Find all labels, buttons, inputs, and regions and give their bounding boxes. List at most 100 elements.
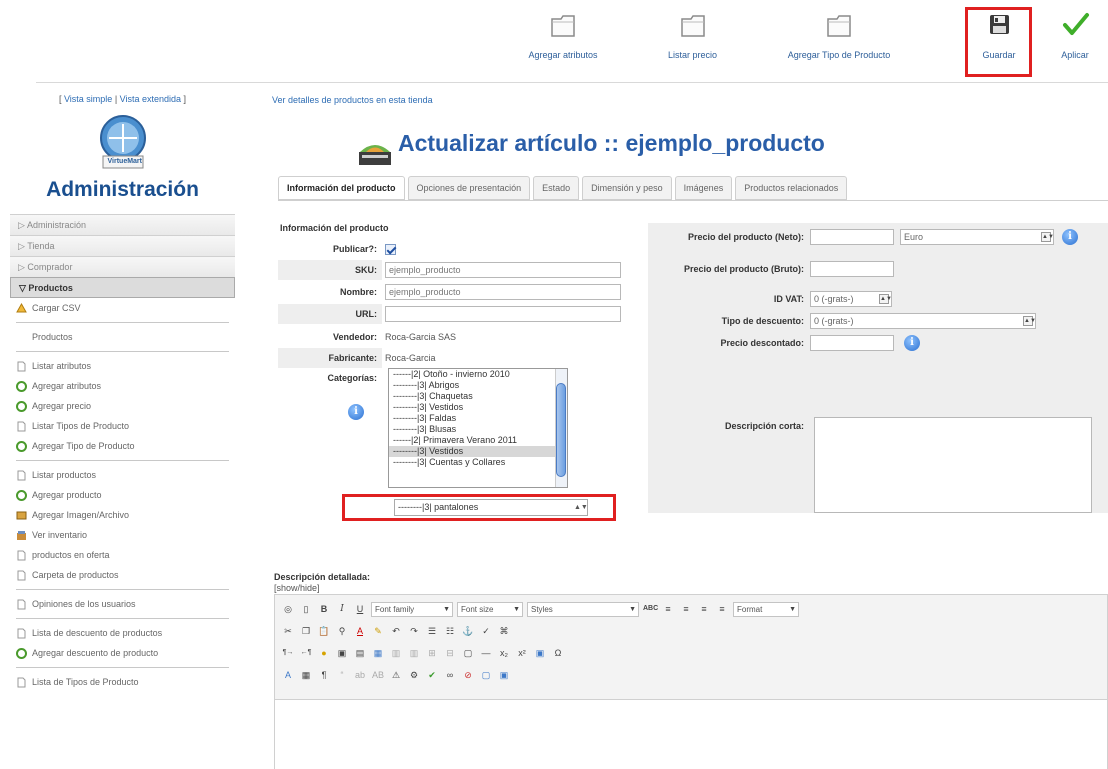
sidebar-item-product-folder[interactable]: Carpeta de productos	[10, 565, 235, 585]
numbered-list-icon[interactable]: ☷	[443, 624, 457, 638]
attributes-icon[interactable]: ⚙	[407, 668, 421, 682]
omega-icon[interactable]: Ω	[551, 646, 565, 660]
category-select[interactable]: --------|3| pantalones ▲▼	[394, 499, 588, 516]
add-product-type-button[interactable]: Agregar Tipo de Producto	[764, 10, 914, 72]
sidebar-item-user-reviews[interactable]: Opiniones de los usuarios	[10, 594, 235, 614]
info-icon[interactable]: i	[348, 404, 364, 420]
sidebar-item-upload-csv[interactable]: Cargar CSV	[10, 298, 235, 318]
styles-select[interactable]: Styles ▼	[527, 601, 639, 617]
cite-icon[interactable]: “	[335, 668, 349, 682]
paste-icon[interactable]: 📋	[317, 624, 331, 638]
list-item[interactable]: --------|3| Abrigos	[389, 380, 567, 391]
showhide-link[interactable]: [show/hide]	[274, 583, 320, 593]
rtl-icon[interactable]: ←¶	[299, 646, 313, 660]
align-justify-icon[interactable]: ≡	[715, 602, 729, 616]
scrollbar-thumb[interactable]	[556, 383, 566, 477]
list-price-button[interactable]: Listar precio	[655, 10, 730, 72]
table-icon[interactable]: ▦	[371, 646, 385, 660]
sidebar-item-products[interactable]: Productos	[10, 327, 235, 347]
visualaid-icon[interactable]: ▢	[479, 668, 493, 682]
apply-button[interactable]: Aplicar	[1050, 10, 1100, 72]
merge-icon[interactable]: ⊞	[425, 646, 439, 660]
list-item[interactable]: --------|3| Cuentas y Collares	[389, 457, 567, 468]
strikethrough-icon[interactable]: ABC	[643, 602, 658, 616]
font-family-select[interactable]: Font family ▼	[371, 601, 453, 617]
currency-select[interactable]: Euro ▲▼	[900, 229, 1054, 245]
insert-layer-icon[interactable]: ⚠	[389, 668, 403, 682]
copy-icon[interactable]: ❐	[299, 624, 313, 638]
tab-images[interactable]: Imágenes	[674, 176, 733, 200]
name-input[interactable]: ejemplo_producto	[385, 284, 621, 300]
subscript-icon[interactable]: x₂	[497, 646, 511, 660]
sku-input[interactable]: ejemplo_producto	[385, 262, 621, 278]
menu-section-products[interactable]: ▽ Productos	[10, 277, 235, 298]
sidebar-item-inventory[interactable]: Ver inventario	[10, 525, 235, 545]
menu-section-store[interactable]: ▷ Tienda	[10, 235, 235, 256]
sidebar-item-add-attributes[interactable]: Agregar atributos	[10, 376, 235, 396]
column-icon[interactable]: ▥	[407, 646, 421, 660]
fullscreen-icon[interactable]: ▣	[533, 646, 547, 660]
ltr-icon[interactable]: ¶→	[281, 646, 295, 660]
highlight-icon[interactable]: ✎	[371, 624, 385, 638]
list-item[interactable]: --------|3| Vestidos	[389, 402, 567, 413]
align-center-icon[interactable]: ≡	[679, 602, 693, 616]
tab-display-options[interactable]: Opciones de presentación	[407, 176, 531, 200]
listbox-scrollbar[interactable]	[555, 369, 567, 487]
publish-checkbox[interactable]	[385, 243, 396, 255]
info-icon[interactable]: i	[1062, 229, 1078, 245]
bold-icon[interactable]: B	[317, 602, 331, 616]
editor-content-area[interactable]	[275, 699, 1107, 769]
template-icon[interactable]: ▢	[461, 646, 475, 660]
italic-icon[interactable]: I	[335, 602, 349, 616]
net-price-input[interactable]	[810, 229, 894, 245]
align-right-icon[interactable]: ≡	[697, 602, 711, 616]
sidebar-item-list-attributes[interactable]: Listar atributos	[10, 356, 235, 376]
short-description-textarea[interactable]	[814, 417, 1092, 513]
row-icon[interactable]: ▥	[389, 646, 403, 660]
sidebar-item-list-products[interactable]: Listar productos	[10, 465, 235, 485]
insert-date-icon[interactable]: ▦	[299, 668, 313, 682]
categories-listbox[interactable]: ------|2| Otoño - invierno 2010 --------…	[388, 368, 568, 488]
list-item[interactable]: --------|3| Chaquetas	[389, 391, 567, 402]
new-document-icon[interactable]: ▯	[299, 602, 313, 616]
styleprops-icon[interactable]: A	[281, 668, 295, 682]
preview-icon[interactable]: ▣	[497, 668, 511, 682]
sidebar-item-add-product-type[interactable]: Agregar Tipo de Producto	[10, 436, 235, 456]
undo-icon[interactable]: ↶	[389, 624, 403, 638]
menu-section-buyer[interactable]: ▷ Comprador	[10, 256, 235, 277]
anchor-icon[interactable]: ⚓	[461, 624, 475, 638]
url-input[interactable]	[385, 306, 621, 322]
emoticon-icon[interactable]: ●	[317, 646, 331, 660]
vat-select[interactable]: 0 (-grats-) ▲▼	[810, 291, 892, 307]
list-item-selected[interactable]: --------|3| Vestidos	[389, 446, 567, 457]
view-extended-link[interactable]: Vista extendida	[120, 94, 181, 104]
add-attributes-button[interactable]: Agregar atributos	[518, 10, 608, 72]
superscript-icon[interactable]: x²	[515, 646, 529, 660]
align-left-icon[interactable]: ≡	[661, 602, 675, 616]
link-icon[interactable]: ∞	[443, 668, 457, 682]
sidebar-item-add-product[interactable]: Agregar producto	[10, 485, 235, 505]
list-item[interactable]: --------|3| Blusas	[389, 424, 567, 435]
media-icon[interactable]: ▣	[335, 646, 349, 660]
sidebar-item-add-image[interactable]: Agregar Imagen/Archivo	[10, 505, 235, 525]
sidebar-item-discount-list[interactable]: Lista de descuento de productos	[10, 623, 235, 643]
image-insert-icon[interactable]: ▤	[353, 646, 367, 660]
store-products-link[interactable]: Ver detalles de productos en esta tienda	[272, 95, 433, 105]
unlink-icon[interactable]: ⊘	[461, 668, 475, 682]
view-simple-link[interactable]: Vista simple	[64, 94, 112, 104]
sidebar-item-add-discount[interactable]: Agregar descuento de producto	[10, 643, 235, 663]
tab-product-info[interactable]: Información del producto	[278, 176, 405, 200]
font-color-icon[interactable]: A	[353, 624, 367, 638]
cut-icon[interactable]: ✂	[281, 624, 295, 638]
info-icon[interactable]: i	[904, 335, 920, 351]
paragraph-icon[interactable]: ¶	[317, 668, 331, 682]
format-select[interactable]: Format ▼	[733, 601, 799, 617]
menu-section-admin[interactable]: ▷ Administración	[10, 214, 235, 235]
acronym-icon[interactable]: AB	[371, 668, 385, 682]
sidebar-item-product-type-list[interactable]: Lista de Tipos de Producto	[10, 672, 235, 692]
find-icon[interactable]: ⚲	[335, 624, 349, 638]
split-icon[interactable]: ⊟	[443, 646, 457, 660]
help-icon[interactable]: ◎	[281, 602, 295, 616]
font-size-select[interactable]: Font size ▼	[457, 601, 523, 617]
bullet-list-icon[interactable]: ☰	[425, 624, 439, 638]
